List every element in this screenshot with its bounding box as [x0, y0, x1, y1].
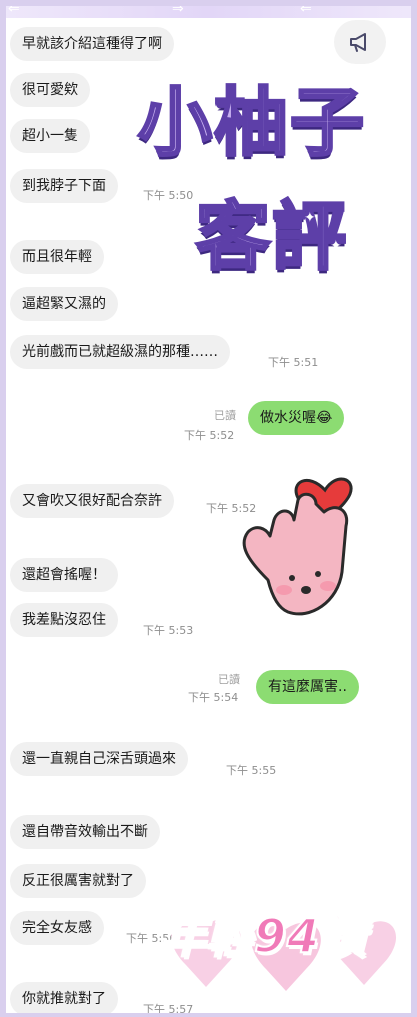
message-bubble: 我差點沒忍住: [10, 603, 118, 637]
message-time: 下午 5:54: [188, 691, 239, 704]
message-bubble: 早就該介紹這種得了啊: [10, 27, 174, 61]
sparkle-icon: ✦: [304, 210, 316, 226]
sparkle-icon: ✦: [210, 102, 222, 118]
sticker-title-line-2: 客評: [195, 193, 348, 282]
message-time: 下午 5:55: [226, 764, 277, 777]
sticker-caption: 年輕94讚: [159, 908, 368, 964]
sparkle-icon: ✦: [384, 122, 396, 138]
message-bubble: 還自帶音效輸出不斷: [10, 815, 160, 849]
laughing-emoji-icon: 😂: [316, 410, 333, 426]
message-time: 下午 5:52: [184, 429, 235, 442]
outgoing-message-bubble: 有這麼厲害..: [256, 670, 359, 704]
message-bubble: 到我脖子下面: [10, 169, 118, 203]
message-bubble: 而且很年輕: [10, 240, 104, 274]
sticker-title-line-1: 小柚子: [137, 79, 366, 168]
megaphone-icon: [350, 33, 366, 52]
sparkle-icon: ✦: [330, 238, 342, 254]
outgoing-message-bubble: 做水災喔😂: [248, 401, 345, 435]
announcement-button[interactable]: [334, 20, 386, 64]
message-text: 做水災喔: [260, 410, 316, 426]
chat-area: 早就該介紹這種得了啊 很可愛欸 超小一隻 到我脖子下面 下午 5:50 而且很年…: [0, 0, 417, 1017]
message-time: 下午 5:53: [143, 624, 194, 637]
finger-heart-hand-sticker: [242, 477, 353, 616]
read-receipt: 已讀: [218, 673, 240, 686]
read-receipt: 已讀: [214, 409, 236, 422]
message-bubble: 還超會搖喔！: [10, 558, 118, 592]
message-bubble: 很可愛欸: [10, 73, 90, 107]
message-bubble: 光前戲而已就超級濕的那種……: [10, 335, 230, 369]
message-bubble: 逼超緊又濕的: [10, 287, 118, 321]
message-bubble: 你就推就對了: [10, 982, 118, 1016]
message-bubble: 又會吹又很好配合奈許: [10, 484, 174, 518]
message-bubble: 還一直親自己深舌頭過來: [10, 742, 188, 776]
message-time: 下午 5:50: [143, 189, 194, 202]
message-time: 下午 5:51: [268, 356, 319, 369]
message-bubble: 反正很厲害就對了: [10, 864, 146, 898]
message-bubble: 完全女友感: [10, 911, 104, 945]
message-bubble: 超小一隻: [10, 119, 90, 153]
